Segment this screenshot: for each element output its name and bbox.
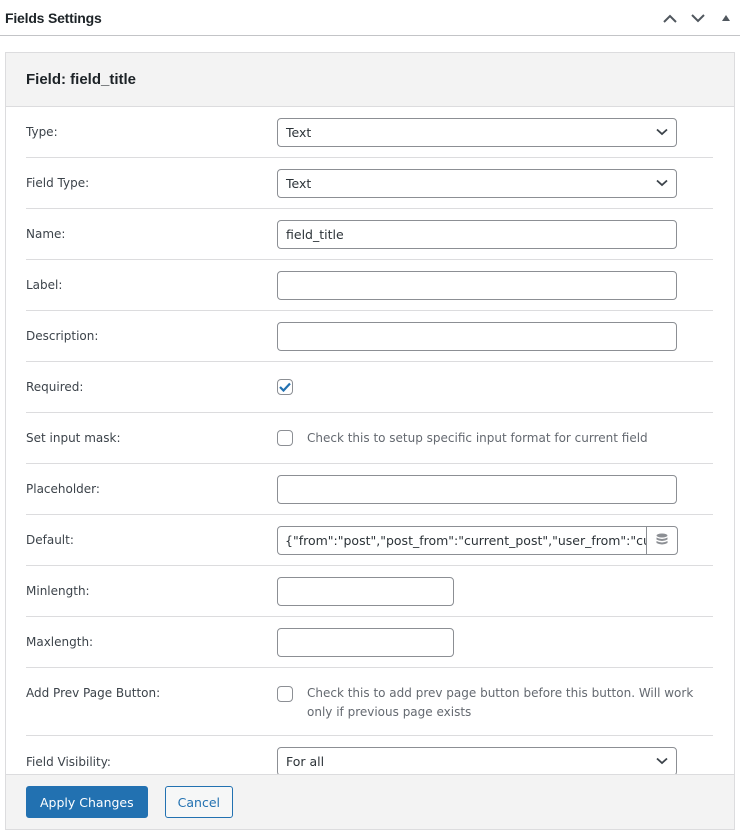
chevron-down-icon — [656, 757, 668, 765]
chevron-down-icon — [656, 179, 668, 186]
default-label: Default: — [26, 533, 74, 547]
move-down-button[interactable] — [684, 0, 712, 36]
row-maxlength: Maxlength: — [26, 617, 713, 668]
field-settings-modal: Field: field_title Type: Text Field Type… — [5, 52, 735, 830]
postbox-header: Fields Settings — [0, 0, 740, 36]
input-mask-label: Set input mask: — [26, 431, 121, 445]
prev-page-label: Add Prev Page Button: — [26, 686, 161, 700]
name-input[interactable]: field_title — [277, 219, 677, 249]
type-label: Type: — [26, 125, 58, 139]
modal-body[interactable]: Type: Text Field Type: Text Name: field_… — [6, 107, 734, 775]
maxlength-input[interactable] — [277, 627, 454, 657]
field-type-select[interactable]: Text — [277, 168, 677, 198]
label-input[interactable] — [277, 270, 677, 300]
field-type-select-value: Text — [286, 175, 312, 191]
placeholder-input[interactable] — [277, 474, 677, 504]
row-label: Label: — [26, 260, 713, 311]
input-mask-checkbox[interactable] — [277, 430, 293, 446]
field-visibility-label: Field Visibility: — [26, 754, 111, 769]
row-field-visibility: Field Visibility: For all — [26, 736, 713, 775]
toggle-panel-button[interactable] — [712, 0, 740, 36]
modal-header: Field: field_title — [6, 53, 734, 107]
field-visibility-value: For all — [286, 754, 325, 769]
description-label: Description: — [26, 329, 99, 343]
dynamic-value-button[interactable] — [646, 526, 677, 554]
label-label: Label: — [26, 278, 63, 292]
database-icon — [656, 533, 668, 545]
move-up-button[interactable] — [656, 0, 684, 36]
prev-page-hint: Check this to add prev page button befor… — [307, 686, 694, 719]
modal-title: Field: field_title — [26, 71, 137, 88]
row-input-mask: Set input mask: Check this to setup spec… — [26, 413, 713, 464]
default-input[interactable]: {"from":"post","post_from":"current_post… — [278, 527, 646, 554]
prev-page-checkbox[interactable] — [277, 686, 293, 702]
name-label: Name: — [26, 227, 66, 241]
required-label: Required: — [26, 380, 84, 394]
minlength-input[interactable] — [277, 576, 454, 606]
row-placeholder: Placeholder: — [26, 464, 713, 515]
modal-footer: Apply Changes Cancel — [6, 774, 734, 829]
chevron-down-icon — [656, 128, 668, 135]
row-field-type: Field Type: Text — [26, 158, 713, 209]
row-minlength: Minlength: — [26, 566, 713, 617]
cancel-button[interactable]: Cancel — [164, 786, 233, 818]
field-type-label: Field Type: — [26, 176, 90, 190]
description-input[interactable] — [277, 321, 677, 351]
apply-changes-button[interactable]: Apply Changes — [26, 786, 148, 818]
row-required: Required: — [26, 362, 713, 413]
checkmark-icon — [279, 382, 291, 392]
type-select-value: Text — [286, 124, 312, 140]
placeholder-label: Placeholder: — [26, 482, 100, 496]
field-visibility-select[interactable]: For all — [277, 747, 677, 775]
panel-title: Fields Settings — [5, 9, 102, 26]
chevron-down-icon — [691, 13, 705, 22]
chevron-up-icon — [663, 14, 677, 23]
triangle-up-icon — [722, 15, 730, 21]
panel-actions — [656, 0, 740, 36]
default-input-group: {"from":"post","post_from":"current_post… — [277, 525, 678, 555]
row-type: Type: Text — [26, 107, 713, 158]
row-default: Default: {"from":"post","post_from":"cur… — [26, 515, 713, 566]
type-select[interactable]: Text — [277, 117, 677, 147]
row-description: Description: — [26, 311, 713, 362]
row-name: Name: field_title — [26, 209, 713, 260]
input-mask-hint: Check this to setup specific input forma… — [307, 430, 648, 445]
required-checkbox[interactable] — [277, 379, 293, 395]
row-prev-page-button: Add Prev Page Button: Check this to add … — [26, 668, 713, 736]
minlength-label: Minlength: — [26, 584, 90, 598]
maxlength-label: Maxlength: — [26, 635, 94, 649]
